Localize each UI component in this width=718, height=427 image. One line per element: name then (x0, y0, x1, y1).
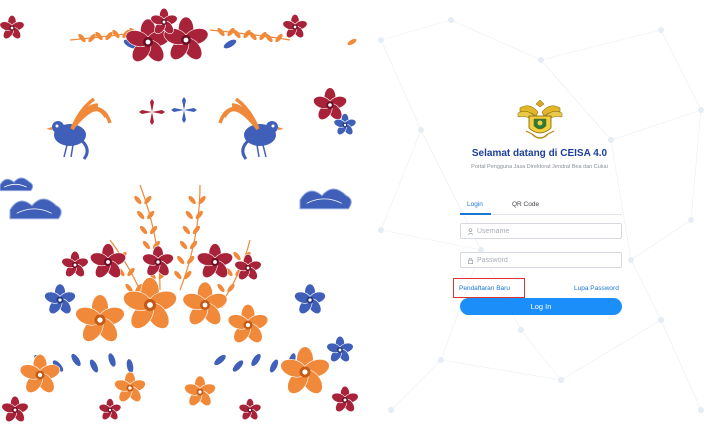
password-field[interactable] (460, 252, 622, 268)
tab-login[interactable]: Login (467, 201, 483, 208)
login-button[interactable]: Log In (460, 298, 622, 315)
username-field[interactable] (460, 223, 622, 239)
username-input[interactable] (477, 227, 617, 235)
forgot-password-link[interactable]: Lupa Password (574, 285, 619, 292)
register-link[interactable]: Pendaftaran Baru (459, 285, 510, 292)
user-icon (466, 227, 474, 235)
welcome-title: Selamat datang di CEISA 4.0 (471, 148, 608, 159)
active-tab-indicator (460, 213, 491, 215)
portal-subtitle: Portal Pengguna Jasa Direktorat Jendral … (471, 164, 608, 170)
password-input[interactable] (477, 256, 617, 264)
batik-illustration (0, 7, 359, 423)
batik-art-panel (0, 0, 361, 427)
customs-emblem-icon (517, 99, 563, 139)
lock-icon (466, 256, 474, 264)
login-panel: Selamat datang di CEISA 4.0 Portal Pengg… (361, 0, 718, 427)
tab-qr-code[interactable]: QR Code (512, 201, 539, 208)
